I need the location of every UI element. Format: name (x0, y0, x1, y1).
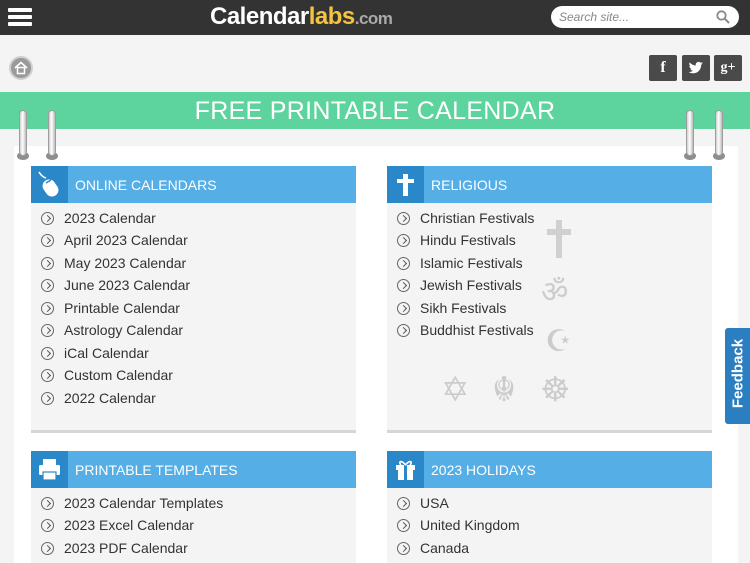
gift-icon (396, 460, 415, 480)
top-bar: Calendarlabs.com (0, 0, 750, 35)
chevron-right-icon (41, 279, 54, 292)
home-button[interactable] (9, 56, 33, 80)
chevron-right-icon (397, 497, 410, 510)
feedback-tab[interactable]: Feedback (725, 328, 750, 424)
card-header[interactable]: ONLINE CALENDARS (31, 166, 356, 203)
card-header[interactable]: RELIGIOUS (387, 166, 712, 203)
googleplus-icon: g+ (720, 60, 736, 75)
mouse-icon (38, 171, 59, 197)
chevron-right-icon (41, 234, 54, 247)
religious-card: RELIGIOUS ॐ ☪ ✡ ☬ ☸ Christian Festivals … (387, 166, 712, 433)
card-header[interactable]: 2023 HOLIDAYS (387, 451, 712, 488)
page-banner: FREE PRINTABLE CALENDAR (0, 92, 750, 129)
card-icon-box (31, 166, 68, 203)
chevron-right-icon (397, 302, 410, 315)
feedback-label: Feedback (729, 338, 747, 409)
card-divider (31, 430, 356, 433)
online-calendars-card: ONLINE CALENDARS 2023 Calendar April 202… (31, 166, 356, 433)
search-box (551, 6, 739, 28)
chevron-right-icon (397, 212, 410, 225)
crescent-star-icon: ☪ (545, 324, 572, 359)
chevron-right-icon (397, 542, 410, 555)
home-icon (14, 61, 28, 75)
binder-ring (19, 110, 27, 156)
khanda-icon: ☬ (492, 370, 517, 410)
card-icon-box (387, 451, 424, 488)
chevron-right-icon (41, 347, 54, 360)
chevron-right-icon (41, 324, 54, 337)
printable-templates-card: PRINTABLE TEMPLATES 2023 Calendar Templa… (31, 451, 356, 563)
chevron-right-icon (397, 257, 410, 270)
card-icon-box (31, 451, 68, 488)
card-title: ONLINE CALENDARS (75, 177, 217, 193)
search-icon[interactable] (716, 10, 730, 24)
chevron-right-icon (41, 369, 54, 382)
card-icon-box (387, 166, 424, 203)
binder-ring (48, 110, 56, 156)
chevron-right-icon (397, 234, 410, 247)
chevron-right-icon (41, 302, 54, 315)
chevron-right-icon (41, 542, 54, 555)
card-divider (387, 430, 712, 433)
card-title: PRINTABLE TEMPLATES (75, 462, 238, 478)
search-input[interactable] (559, 9, 709, 25)
cross-icon (397, 174, 414, 196)
card-title: RELIGIOUS (431, 177, 508, 193)
chevron-right-icon (41, 497, 54, 510)
binder-ring (715, 110, 723, 156)
om-icon: ॐ (541, 275, 569, 310)
twitter-icon (688, 61, 703, 74)
decorative-cross-icon (547, 220, 571, 258)
googleplus-button[interactable]: g+ (714, 55, 742, 81)
site-logo[interactable]: Calendarlabs.com (210, 3, 393, 31)
dharma-wheel-icon: ☸ (540, 370, 571, 410)
chevron-right-icon (397, 279, 410, 292)
twitter-button[interactable] (682, 55, 710, 81)
facebook-button[interactable]: f (649, 55, 677, 81)
chevron-right-icon (41, 257, 54, 270)
menu-icon[interactable] (8, 8, 32, 26)
chevron-right-icon (41, 519, 54, 532)
chevron-right-icon (397, 519, 410, 532)
chevron-right-icon (397, 324, 410, 337)
card-header[interactable]: PRINTABLE TEMPLATES (31, 451, 356, 488)
binder-ring (686, 110, 694, 156)
star-of-david-icon: ✡ (441, 370, 470, 410)
facebook-icon: f (660, 59, 666, 76)
printer-icon (39, 459, 60, 481)
card-title: 2023 HOLIDAYS (431, 462, 536, 478)
chevron-right-icon (41, 212, 54, 225)
chevron-right-icon (41, 392, 54, 405)
page-title: FREE PRINTABLE CALENDAR (194, 97, 556, 125)
holidays-card: 2023 HOLIDAYS USA United Kingdom Canada (387, 451, 712, 563)
